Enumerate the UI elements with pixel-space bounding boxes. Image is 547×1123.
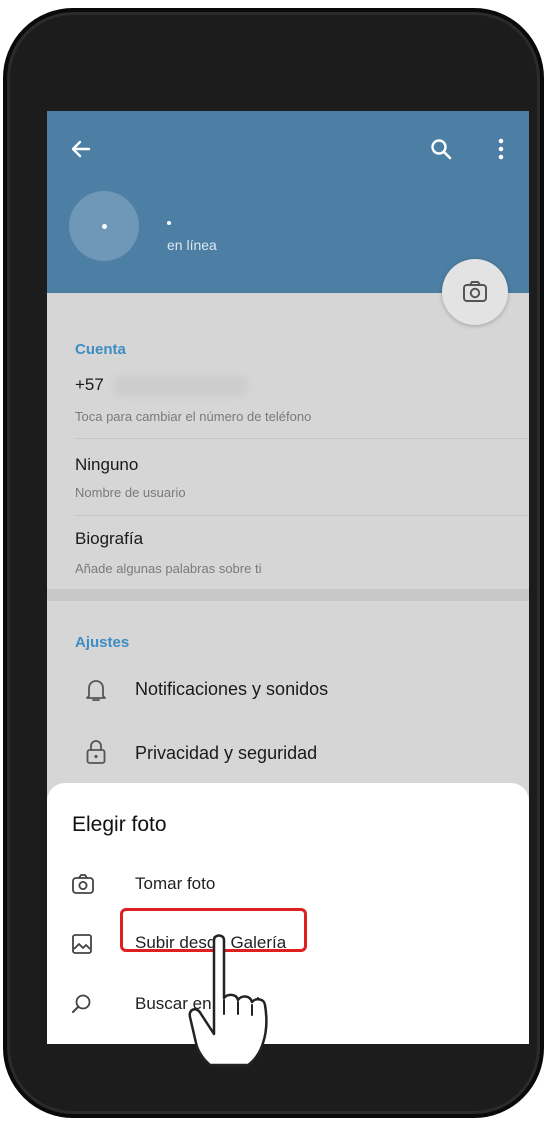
image-icon (72, 934, 92, 954)
search-icon[interactable] (427, 135, 455, 163)
more-vertical-icon[interactable] (487, 135, 515, 163)
search-icon (72, 994, 91, 1013)
username-value[interactable]: Ninguno (75, 455, 138, 475)
divider (75, 515, 529, 516)
option-label: Tomar foto (135, 874, 216, 893)
account-section-title: Cuenta (75, 341, 126, 358)
camera-icon (463, 281, 487, 302)
pointing-hand-icon (188, 934, 268, 1067)
camera-icon (72, 874, 94, 894)
avatar[interactable] (69, 191, 139, 261)
phone-number-redacted (113, 375, 248, 397)
back-arrow-icon[interactable] (67, 135, 95, 163)
settings-item-label: Notificaciones y sonidos (135, 679, 329, 699)
bell-icon (86, 680, 106, 701)
online-status: en línea (167, 237, 217, 253)
bio-title[interactable]: Biografía (75, 529, 143, 549)
phone-hint: Toca para cambiar el número de teléfono (75, 409, 312, 424)
avatar-initial-dot (102, 224, 107, 229)
settings-section-title: Ajustes (75, 634, 130, 651)
divider (75, 438, 529, 439)
username-label: Nombre de usuario (75, 485, 186, 500)
set-photo-button[interactable] (442, 259, 508, 325)
bio-hint: Añade algunas palabras sobre ti (75, 561, 262, 576)
phone-number[interactable]: +57 (75, 375, 104, 395)
sheet-title: Elegir foto (72, 813, 167, 836)
app-screen: en línea Cuenta +57 Toca para cambiar el… (47, 111, 529, 1044)
profile-name (167, 221, 171, 225)
section-separator (47, 589, 529, 601)
lock-icon (86, 740, 106, 764)
settings-item-label: Privacidad y seguridad (135, 743, 318, 763)
